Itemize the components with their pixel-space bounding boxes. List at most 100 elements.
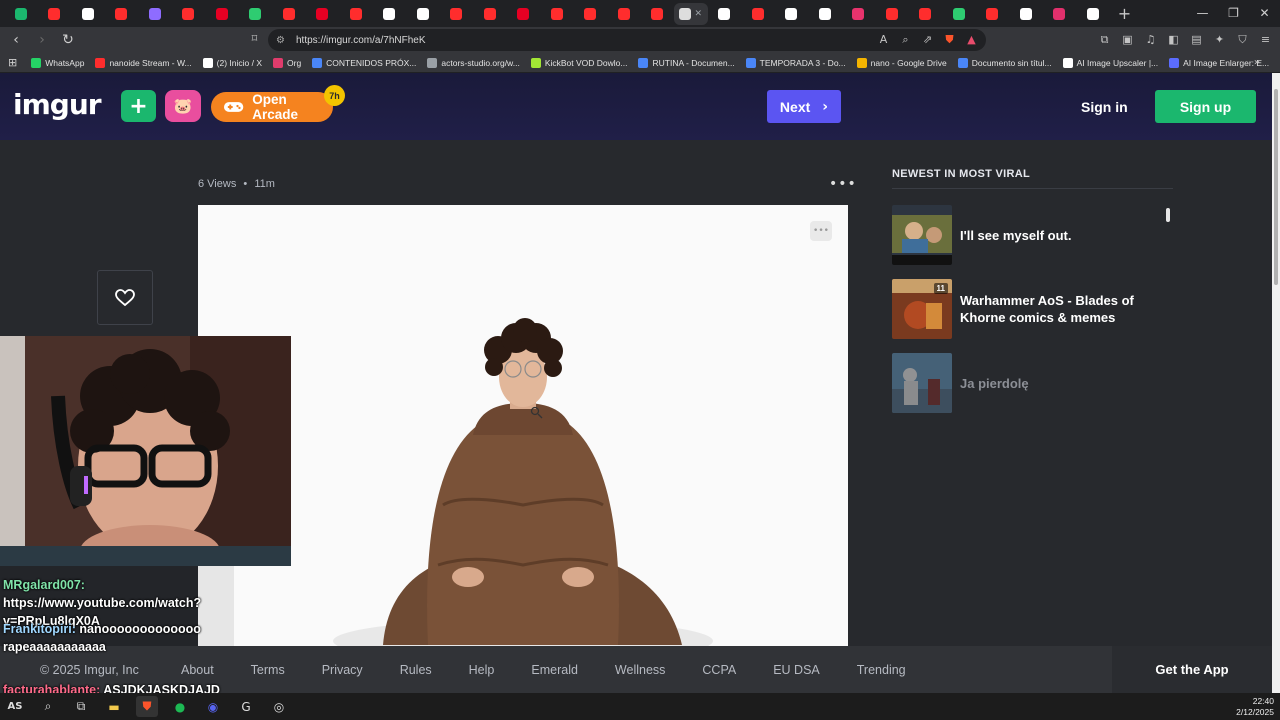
footer-link-terms[interactable]: Terms: [251, 663, 285, 677]
forward-icon[interactable]: ›: [32, 32, 52, 48]
media-icon[interactable]: ♫: [1144, 33, 1157, 46]
browser-tab[interactable]: ✕: [674, 2, 708, 25]
task-view-icon[interactable]: ⧉: [70, 696, 92, 717]
brave-rewards-icon[interactable]: ▲: [965, 33, 978, 46]
brave-browser-icon[interactable]: ⛊: [136, 696, 158, 717]
browser-tab[interactable]: [507, 3, 541, 25]
viral-post-item[interactable]: 11 Warhammer AoS - Blades of Khorne comi…: [892, 279, 1173, 345]
browser-tab[interactable]: [440, 3, 474, 25]
footer-link-help[interactable]: Help: [469, 663, 495, 677]
bookmark-item[interactable]: nano - Google Drive: [856, 57, 947, 68]
footer-link-emerald[interactable]: Emerald: [531, 663, 578, 677]
bookmark-item[interactable]: KickBot VOD Dowlo...: [530, 57, 627, 68]
site-info-icon[interactable]: ⚙: [276, 35, 290, 46]
url-text[interactable]: https://imgur.com/a/7hNFheK: [296, 35, 426, 46]
browser-tab[interactable]: [473, 3, 507, 25]
browser-tab[interactable]: [272, 3, 306, 25]
zoom-icon[interactable]: ⌕: [899, 33, 912, 46]
page-scrollbar[interactable]: [1272, 73, 1280, 693]
address-bar[interactable]: ⚙ https://imgur.com/a/7hNFheK A ⌕ ⇗ ⛊ ▲: [268, 29, 986, 51]
browser-tab[interactable]: [641, 3, 675, 25]
new-post-button[interactable]: +: [121, 90, 156, 122]
restore-icon[interactable]: ❐: [1218, 0, 1249, 27]
search-icon[interactable]: ⌕: [37, 696, 59, 717]
meme-generator-button[interactable]: 🐷: [165, 90, 201, 122]
browser-tab[interactable]: [71, 3, 105, 25]
bookmark-item[interactable]: CONTENIDOS PRÓX...: [312, 57, 416, 68]
footer-link-about[interactable]: About: [181, 663, 214, 677]
browser-tab[interactable]: [976, 3, 1010, 25]
browser-tab[interactable]: [842, 3, 876, 25]
browser-tab[interactable]: [339, 3, 373, 25]
bookmark-item[interactable]: TEMPORADA 3 - Do...: [745, 57, 846, 68]
browser-tab[interactable]: [741, 3, 775, 25]
bookmark-item[interactable]: AI Image Upscaler |...: [1062, 57, 1158, 68]
tabs-icon[interactable]: ▤: [1190, 33, 1203, 46]
brave-shield-icon[interactable]: ⛊: [943, 33, 956, 46]
extensions-icon[interactable]: ⧉: [1098, 33, 1111, 46]
viral-post-item[interactable]: I'll see myself out.: [892, 205, 1173, 271]
g-hub-icon[interactable]: G: [235, 696, 257, 717]
bookmark-item[interactable]: WhatsApp: [31, 57, 84, 68]
browser-tab[interactable]: [909, 3, 943, 25]
footer-link-ccpa[interactable]: CCPA: [702, 663, 736, 677]
bookmark-item[interactable]: Documento sin títul...: [957, 57, 1052, 68]
browser-tab[interactable]: [205, 3, 239, 25]
new-tab-icon[interactable]: +: [1110, 4, 1140, 23]
share-icon[interactable]: ⇗: [921, 33, 934, 46]
next-post-button[interactable]: Next ›: [767, 90, 841, 123]
browser-tab[interactable]: [875, 3, 909, 25]
apps-icon[interactable]: ⊞: [8, 56, 17, 69]
browser-tab[interactable]: [239, 3, 273, 25]
browser-tab[interactable]: [138, 3, 172, 25]
sign-in-link[interactable]: Sign in: [1081, 99, 1128, 115]
footer-link-trending[interactable]: Trending: [857, 663, 906, 677]
sidebar-icon[interactable]: ◧: [1167, 33, 1180, 46]
back-icon[interactable]: ‹: [6, 32, 26, 48]
browser-tab[interactable]: [1009, 3, 1043, 25]
more-bookmarks-icon[interactable]: »: [1254, 57, 1260, 68]
leo-ai-icon[interactable]: ✦: [1213, 33, 1226, 46]
spotify-icon[interactable]: ●: [169, 696, 191, 717]
browser-tab[interactable]: [1076, 3, 1110, 25]
close-window-icon[interactable]: ✕: [1249, 0, 1280, 27]
wallet-icon[interactable]: ▣: [1121, 33, 1134, 46]
start-icon[interactable]: AS: [4, 696, 26, 717]
footer-link-eu-dsa[interactable]: EU DSA: [773, 663, 820, 677]
bookmark-icon[interactable]: ⌑: [248, 32, 261, 45]
footer-link-wellness[interactable]: Wellness: [615, 663, 665, 677]
browser-tab[interactable]: [808, 3, 842, 25]
browser-tab[interactable]: [38, 3, 72, 25]
browser-tab[interactable]: [306, 3, 340, 25]
minimize-icon[interactable]: —: [1187, 0, 1218, 27]
browser-tab[interactable]: [4, 3, 38, 25]
browser-tab[interactable]: [942, 3, 976, 25]
bookmark-item[interactable]: RUTINA - Documen...: [638, 57, 735, 68]
browser-tab[interactable]: [406, 3, 440, 25]
translate-icon[interactable]: A: [877, 33, 890, 46]
post-options-icon[interactable]: •••: [829, 176, 857, 192]
bookmark-item[interactable]: (2) Inicio / X: [202, 57, 262, 68]
post-image[interactable]: •••: [198, 205, 848, 646]
browser-tab[interactable]: [607, 3, 641, 25]
browser-tab[interactable]: [373, 3, 407, 25]
close-tab-icon[interactable]: ✕: [694, 9, 702, 19]
get-the-app-button[interactable]: Get the App: [1112, 646, 1272, 693]
browser-tab[interactable]: [1043, 3, 1077, 25]
vpn-icon[interactable]: ⛉: [1236, 33, 1249, 46]
discord-icon[interactable]: ◉: [202, 696, 224, 717]
browser-tab[interactable]: [574, 3, 608, 25]
system-clock[interactable]: 22:40 2/12/2025: [1236, 696, 1274, 718]
viral-post-item[interactable]: Ja pierdolę: [892, 353, 1173, 419]
sign-up-button[interactable]: Sign up: [1155, 90, 1256, 123]
file-explorer-icon[interactable]: ▬: [103, 696, 125, 717]
open-arcade-button[interactable]: Open Arcade: [211, 92, 333, 122]
page-scrollbar-thumb[interactable]: [1274, 89, 1278, 285]
obs-icon[interactable]: ◎: [268, 696, 290, 717]
browser-tab[interactable]: [105, 3, 139, 25]
footer-link-privacy[interactable]: Privacy: [322, 663, 363, 677]
footer-link-rules[interactable]: Rules: [400, 663, 432, 677]
favorite-button[interactable]: [97, 270, 153, 325]
bookmark-item[interactable]: Org: [273, 57, 301, 68]
browser-tab[interactable]: [172, 3, 206, 25]
